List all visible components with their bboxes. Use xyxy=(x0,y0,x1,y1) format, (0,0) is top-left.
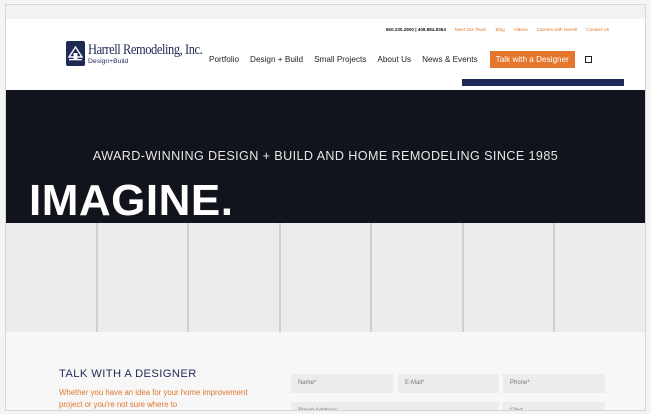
phone-field[interactable]: Phone* xyxy=(503,374,605,393)
browser-page: 650.230.2900 | 408.884.8364 Meet Our Tea… xyxy=(5,4,646,411)
util-link-meet-our-team[interactable]: Meet Our Team xyxy=(455,27,487,32)
name-field[interactable]: Name* xyxy=(291,374,393,393)
nav-item-small-projects[interactable]: Small Projects xyxy=(314,55,366,64)
dropdown-bar xyxy=(462,79,624,86)
util-link-videos[interactable]: Videos xyxy=(514,27,528,32)
nav-item-news-events[interactable]: News & Events xyxy=(422,55,478,64)
nav-item-about-us[interactable]: About Us xyxy=(377,55,411,64)
site-logo[interactable]: Harrell Remodeling, Inc. Design+Build xyxy=(66,41,221,66)
portfolio-tile[interactable] xyxy=(189,223,281,332)
portfolio-tile[interactable] xyxy=(280,223,373,332)
email-field[interactable]: E-Mail* xyxy=(398,374,499,393)
top-strip xyxy=(6,5,645,19)
contact-description: Whether you have an idea for your home i… xyxy=(59,388,248,409)
logo-emblem-icon xyxy=(66,41,85,66)
util-link-blog[interactable]: Blog xyxy=(496,27,505,32)
nav-item-design-build[interactable]: Design + Build xyxy=(250,55,303,64)
square-icon[interactable] xyxy=(584,56,592,63)
talk-with-designer-button[interactable]: Talk with a Designer xyxy=(489,51,575,68)
logo-tagline: Design+Build xyxy=(88,57,129,65)
main-nav: Portfolio Design + Build Small Projects … xyxy=(209,51,592,68)
hero-tagline: AWARD-WINNING DESIGN + BUILD AND HOME RE… xyxy=(92,149,559,163)
portfolio-tile[interactable] xyxy=(6,223,98,332)
utility-bar: 650.230.2900 | 408.884.8364 Meet Our Tea… xyxy=(386,27,609,32)
street-address-field[interactable]: Street Address xyxy=(291,402,499,410)
logo-name: Harrell Remodeling, Inc. xyxy=(88,41,203,58)
phone-numbers: 650.230.2900 | 408.884.8364 xyxy=(385,27,446,32)
portfolio-tiles xyxy=(6,223,645,332)
contact-title: TALK WITH A DESIGNER xyxy=(59,368,197,380)
portfolio-tile[interactable] xyxy=(463,223,556,332)
portfolio-tile[interactable] xyxy=(97,223,190,332)
nav-item-portfolio[interactable]: Portfolio xyxy=(209,55,239,64)
util-link-careers[interactable]: Careers with Harrell xyxy=(537,27,578,32)
hero-title: IMAGINE. xyxy=(29,176,234,225)
portfolio-tile[interactable] xyxy=(555,223,645,332)
city-field[interactable]: City* xyxy=(503,402,605,410)
portfolio-tile[interactable] xyxy=(372,223,464,332)
hero-banner: AWARD-WINNING DESIGN + BUILD AND HOME RE… xyxy=(6,90,645,225)
util-link-contact-us[interactable]: Contact Us xyxy=(586,27,609,32)
contact-section: TALK WITH A DESIGNER Whether you have an… xyxy=(6,332,645,410)
